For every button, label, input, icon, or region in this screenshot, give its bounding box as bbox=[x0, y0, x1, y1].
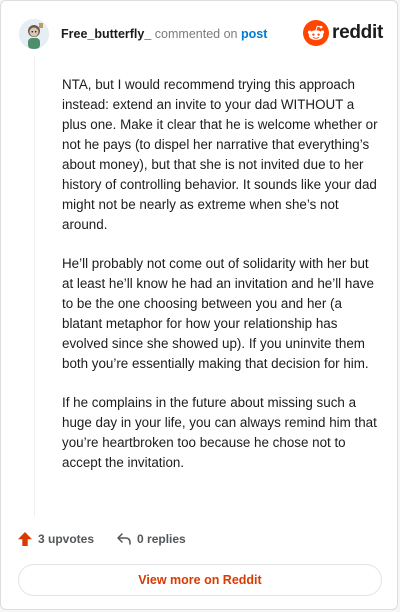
comment-actions: 3 upvotes 0 replies bbox=[17, 529, 186, 549]
action-text: commented on bbox=[154, 27, 238, 41]
comment-header: Free_butterfly_ commented on post reddit bbox=[19, 19, 383, 51]
embedded-comment-card: Free_butterfly_ commented on post reddit… bbox=[0, 0, 398, 610]
reddit-brand[interactable]: reddit bbox=[303, 19, 383, 47]
reply-count: 0 replies bbox=[137, 532, 186, 546]
username-link[interactable]: Free_butterfly_ bbox=[61, 27, 151, 41]
comment-meta: Free_butterfly_ commented on post bbox=[61, 27, 267, 41]
comment-paragraph: If he complains in the future about miss… bbox=[62, 395, 377, 470]
user-avatar[interactable] bbox=[19, 19, 49, 49]
comment-paragraph: NTA, but I would recommend trying this a… bbox=[62, 77, 378, 232]
avatar-image bbox=[19, 19, 49, 49]
comment-body: NTA, but I would recommend trying this a… bbox=[62, 75, 380, 492]
comment-paragraph: He’ll probably not come out of solidarit… bbox=[62, 256, 374, 371]
reddit-wordmark: reddit bbox=[332, 22, 383, 43]
replies-button[interactable]: 0 replies bbox=[116, 531, 186, 547]
reddit-logo-icon bbox=[303, 20, 330, 46]
upvote-button[interactable]: 3 upvotes bbox=[17, 531, 94, 547]
upvote-arrow-icon bbox=[18, 532, 32, 546]
post-link[interactable]: post bbox=[241, 27, 267, 41]
upvote-count: 3 upvotes bbox=[38, 532, 95, 546]
reply-arrow-icon bbox=[117, 533, 131, 545]
thread-line[interactable] bbox=[34, 57, 35, 517]
view-more-button[interactable]: View more on Reddit bbox=[18, 564, 382, 596]
